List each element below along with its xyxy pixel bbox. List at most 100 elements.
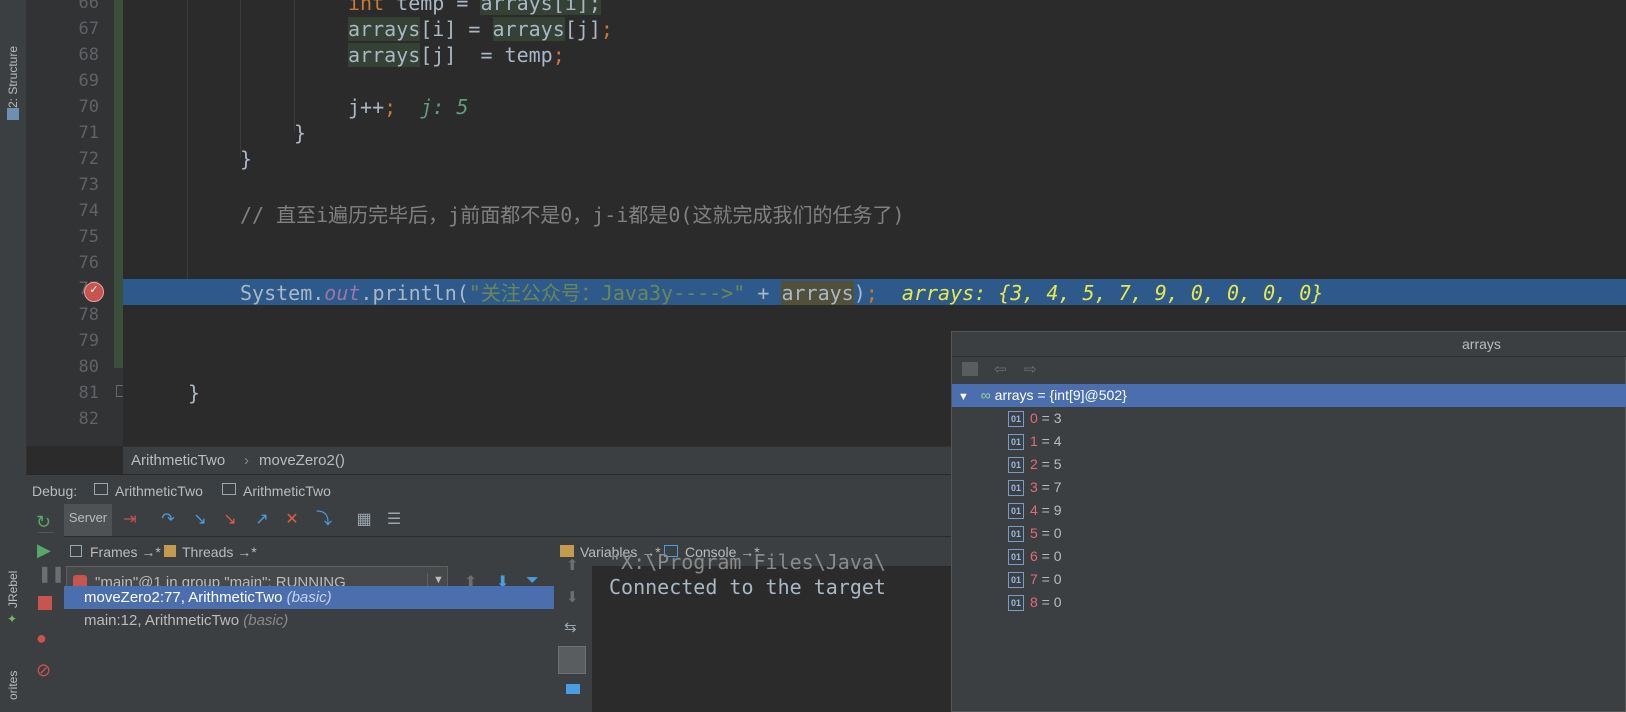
frame-row-selected[interactable]: moveZero2:77, ArithmeticTwo (basic) (64, 586, 554, 609)
debug-label: Debug: (32, 483, 78, 499)
expand-arrow-icon[interactable]: ▼ (958, 391, 969, 403)
line-number: 81 (78, 383, 99, 403)
debug-session-tab-1[interactable]: ArithmeticTwo (115, 483, 203, 499)
tree-row[interactable]: 01 0 = 3 (952, 407, 1626, 430)
debug-side-toolbar: ↻ ▶ ❚❚ ● ⊘ (26, 504, 65, 712)
structure-tool-tab[interactable]: 2: Structure (6, 46, 20, 108)
frames-panel: "main"@1 in group "main": RUNNING ▼ ⬆ ⬇ … (64, 566, 555, 712)
line-number: 67 (78, 19, 99, 39)
rerun-icon[interactable]: ↻ (36, 512, 51, 533)
watch-icon[interactable] (962, 362, 978, 376)
line-number: 68 (78, 45, 99, 65)
print-icon[interactable] (566, 684, 580, 694)
line-number: 79 (78, 331, 99, 351)
line-number: 75 (78, 227, 99, 247)
line-number: 80 (78, 357, 99, 377)
jrebel-tool-tab[interactable]: JRebel (6, 571, 20, 608)
breadcrumb-method[interactable]: moveZero2() (259, 452, 345, 469)
code-line-66: int temp = arrays[i]; (348, 0, 601, 15)
array-element-icon: 01 (1008, 595, 1024, 612)
code-line-72: } (240, 147, 253, 171)
soft-wrap-icon[interactable]: ⇆ (564, 618, 577, 636)
line-number: 69 (78, 71, 99, 91)
stop-icon[interactable] (38, 596, 52, 610)
server-tab[interactable]: Server (64, 504, 112, 536)
back-icon[interactable]: ⇦ (994, 360, 1007, 378)
tab-threads[interactable]: Threads →* (182, 544, 257, 560)
variable-inspector-popup[interactable]: arrays ⇦ ⇨ ▼ ∞ arrays = {int[9]@502} 01 0… (951, 331, 1626, 712)
evaluate-expression-icon[interactable]: ▦ (354, 510, 374, 530)
tree-row[interactable]: 01 5 = 0 (952, 522, 1626, 545)
tree-row[interactable]: 01 3 = 7 (952, 476, 1626, 499)
array-element-icon: 01 (1008, 503, 1024, 520)
tree-row[interactable]: 01 7 = 0 (952, 568, 1626, 591)
breadcrumb-class[interactable]: ArithmeticTwo (131, 452, 225, 469)
code-line-71: } (294, 121, 307, 145)
array-element-icon: 01 (1008, 572, 1024, 589)
pause-icon[interactable]: ❚❚ (38, 564, 65, 584)
code-line-77: System.out.println("关注公众号：Java3y---->" +… (240, 281, 1324, 305)
editor-gutter: 66 67 68 69 70 71 72 73 74 75 76 77 78 7… (27, 0, 123, 446)
debug-session-tab-2[interactable]: ArithmeticTwo (243, 483, 331, 499)
left-tool-strip: 2: Structure JRebel ✦ orites (0, 0, 27, 712)
array-element-icon: 01 (1008, 434, 1024, 451)
run-config-icon (222, 483, 236, 495)
view-breakpoints-icon[interactable]: ● (36, 628, 47, 649)
frame-tag: (basic) (243, 612, 289, 629)
popup-toolbar: ⇦ ⇨ (952, 356, 1626, 386)
structure-icon (7, 108, 19, 120)
tree-row[interactable]: 01 1 = 4 (952, 430, 1626, 453)
run-config-icon (94, 483, 108, 495)
line-number: 78 (78, 305, 99, 325)
breakpoint-check-icon: ✓ (89, 284, 99, 296)
console-side-toolbar: ⬆ ⬇ ⇆ (554, 557, 593, 712)
force-step-into-icon[interactable]: ↘ (220, 510, 240, 530)
step-over-icon[interactable]: ↷ (158, 510, 178, 530)
tree-row-root[interactable]: ▼ ∞ arrays = {int[9]@502} (952, 384, 1626, 407)
tab-frames[interactable]: Frames →* (90, 544, 161, 560)
show-execution-point-icon[interactable]: ⇥ (120, 510, 140, 530)
line-number: 74 (78, 201, 99, 221)
popup-title-bar[interactable]: arrays (952, 332, 1626, 357)
code-line-68: arrays[j] = temp; (348, 43, 565, 67)
tree-row[interactable]: 01 6 = 0 (952, 545, 1626, 568)
line-number: 73 (78, 175, 99, 195)
console-line: Connected to the target (609, 575, 886, 599)
toolbar-divider (38, 532, 54, 533)
step-into-icon[interactable]: ↘ (190, 510, 210, 530)
inline-debug-value: arrays: {3, 4, 5, 7, 9, 0, 0, 0, 0} (901, 281, 1324, 305)
run-to-cursor-icon[interactable]: ⤵ (314, 510, 334, 530)
scroll-down-icon[interactable]: ⬇ (566, 588, 579, 606)
step-out-icon[interactable]: ↗ (252, 510, 272, 530)
line-number: 72 (78, 149, 99, 169)
popup-title: arrays (1462, 336, 1501, 352)
line-number: 66 (78, 0, 99, 13)
frame-row[interactable]: main:12, ArithmeticTwo (basic) (64, 609, 554, 632)
frames-tab-bar: Frames →* Threads →* (64, 536, 554, 567)
restore-layout-icon[interactable]: ☰ (384, 510, 404, 530)
line-number: 70 (78, 97, 99, 117)
code-line-67: arrays[i] = arrays[j]; (348, 17, 613, 41)
mute-breakpoints-icon[interactable]: ⊘ (36, 660, 51, 681)
scroll-to-end-icon[interactable] (558, 646, 586, 674)
drop-frame-icon[interactable]: ✕ (282, 510, 302, 530)
threads-icon (164, 545, 176, 557)
scroll-up-icon[interactable]: ⬆ (566, 556, 579, 574)
array-element-icon: 01 (1008, 411, 1024, 428)
frame-tag: (basic) (286, 589, 332, 606)
tree-row[interactable]: 01 8 = 0 (952, 591, 1626, 614)
forward-icon[interactable]: ⇨ (1024, 360, 1037, 378)
root-value: arrays = {int[9]@502} (994, 387, 1127, 403)
indent-guide (294, 0, 295, 132)
resume-icon[interactable]: ▶ (37, 540, 51, 561)
frame-method: moveZero2:77, ArithmeticTwo (84, 589, 283, 606)
variable-icon: ∞ (980, 387, 991, 403)
vcs-change-marker (114, 0, 123, 368)
favorites-tool-tab[interactable]: orites (6, 671, 20, 700)
line-number: 82 (78, 409, 99, 429)
array-element-icon: 01 (1008, 457, 1024, 474)
tree-row[interactable]: 01 2 = 5 (952, 453, 1626, 476)
console-line: "X:\Program Files\Java\ (609, 550, 886, 574)
array-element-icon: 01 (1008, 480, 1024, 497)
tree-row[interactable]: 01 4 = 9 (952, 499, 1626, 522)
